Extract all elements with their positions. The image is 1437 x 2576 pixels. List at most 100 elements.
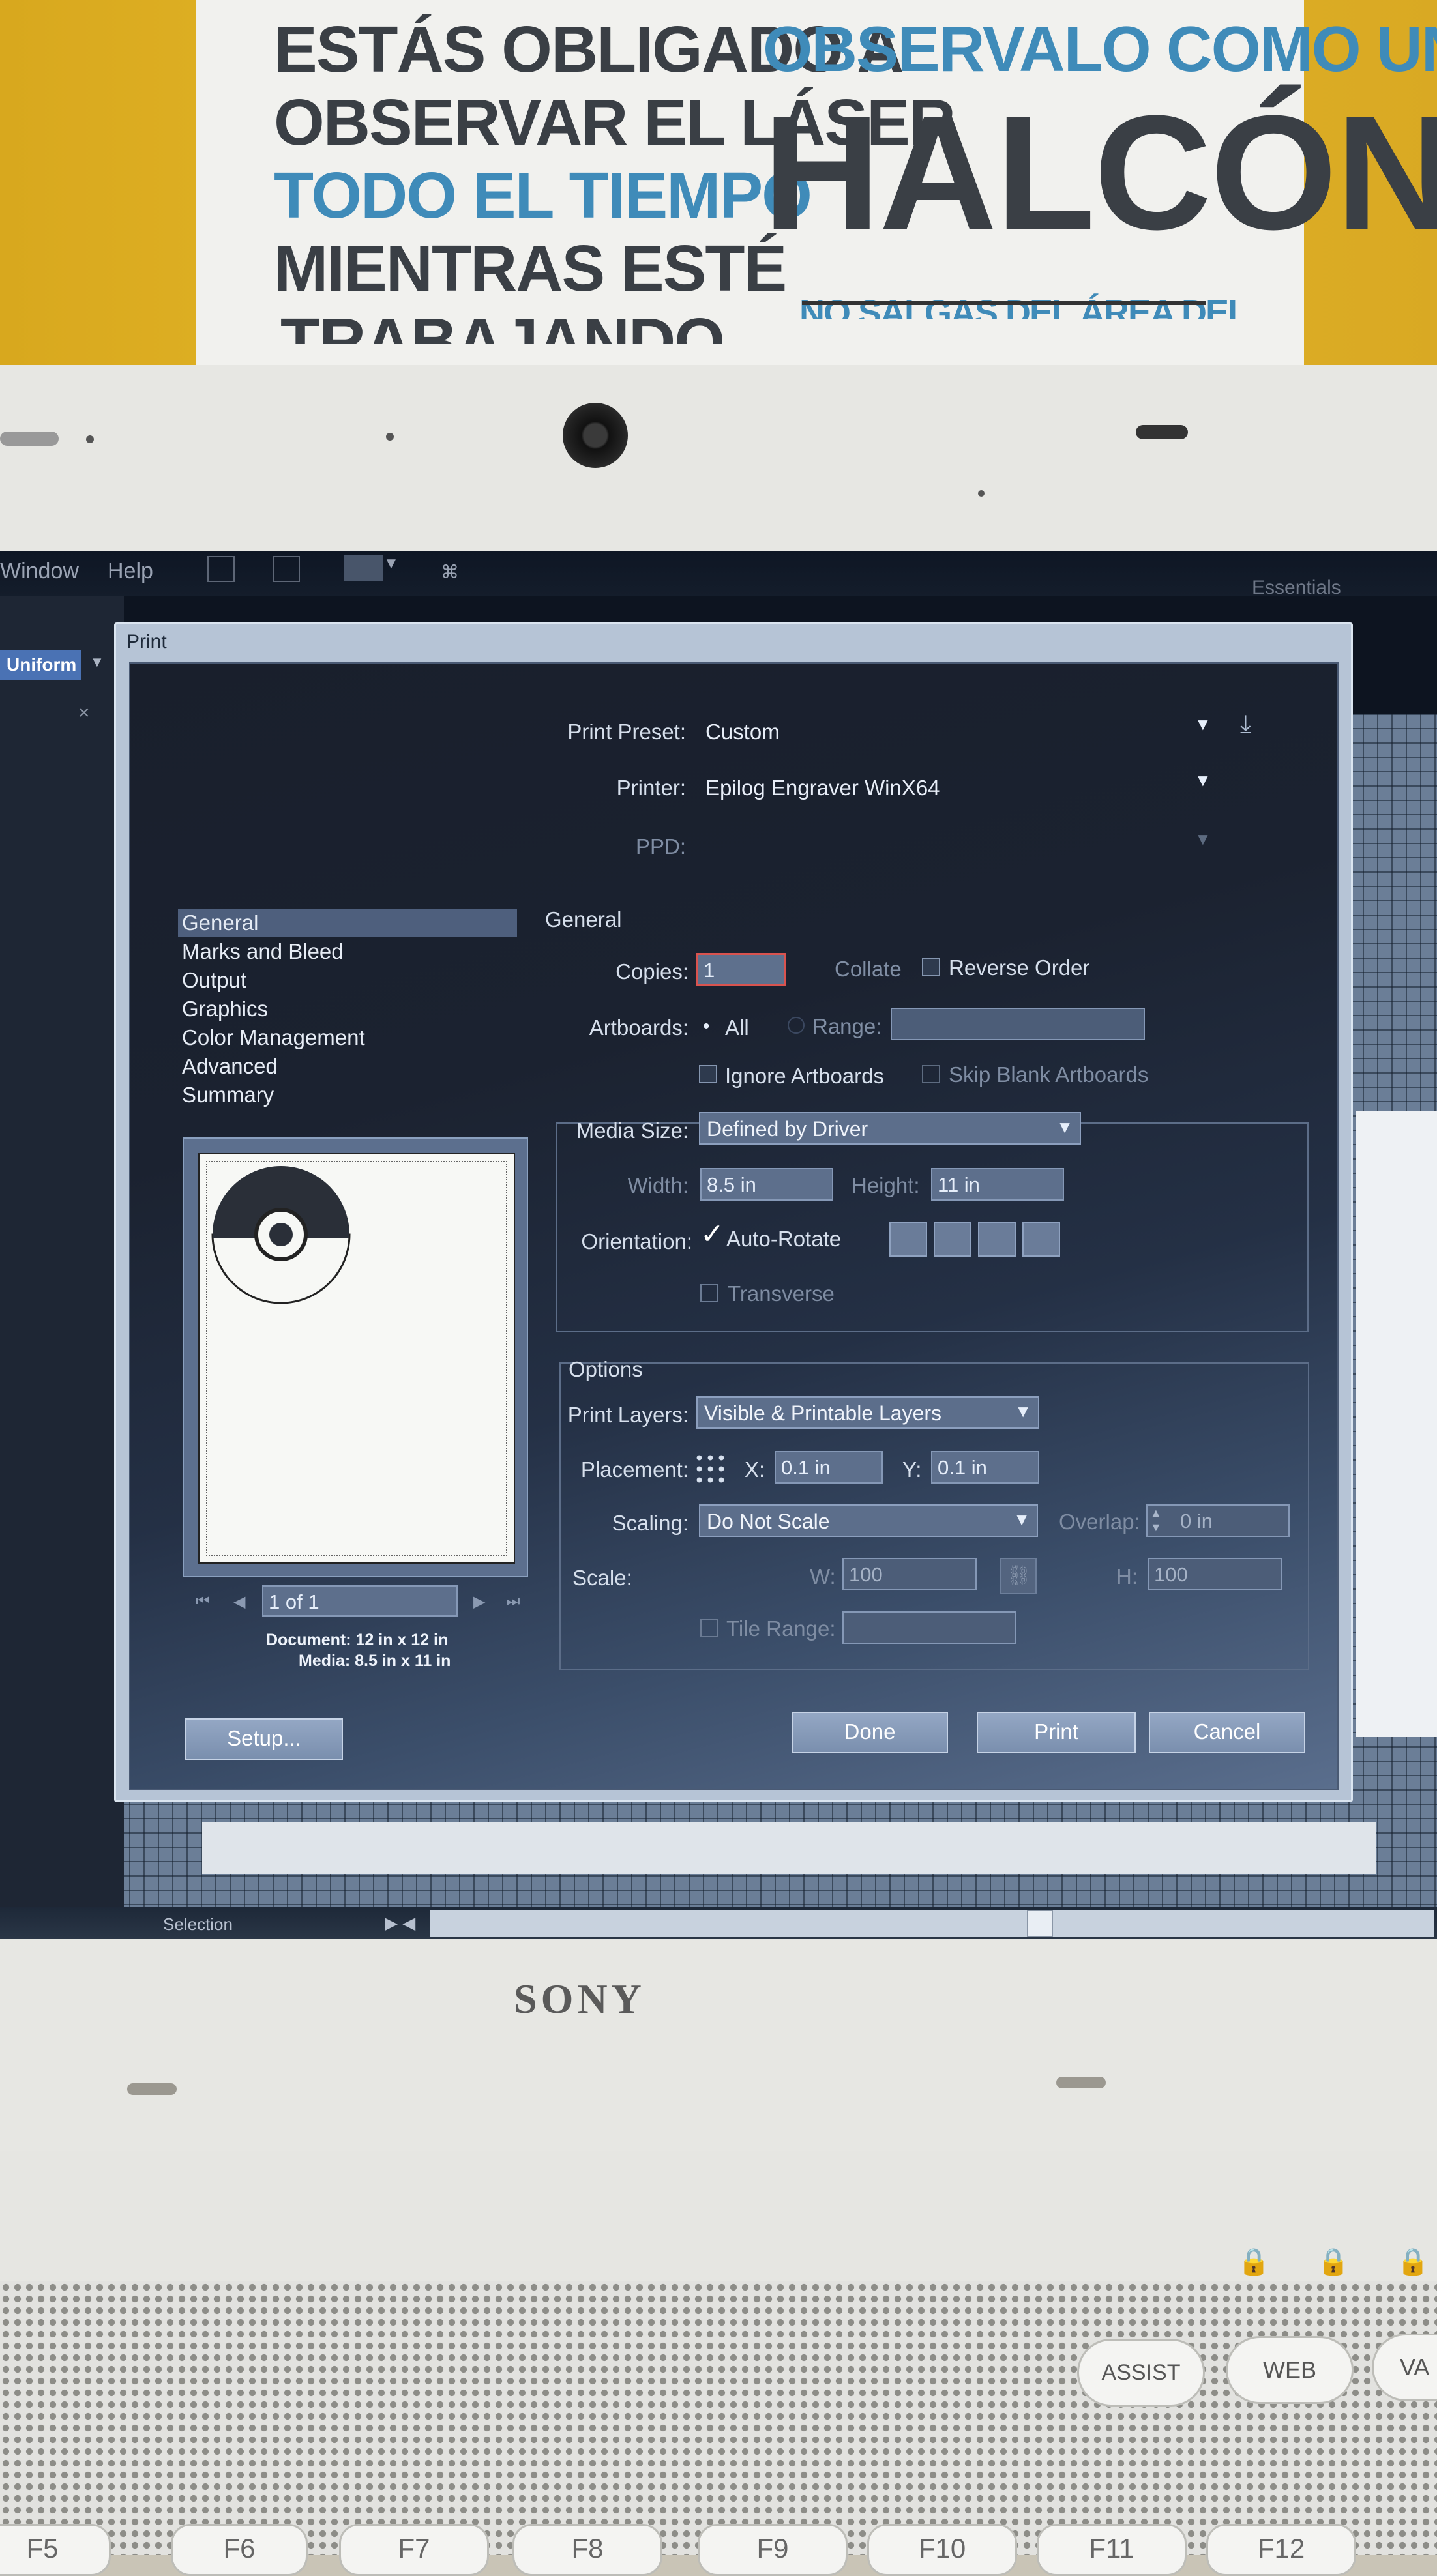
overlap-input[interactable]: 0 in (1146, 1504, 1290, 1537)
placement-x-label: X: (745, 1457, 765, 1482)
last-page-icon[interactable]: ⏭ (506, 1592, 520, 1611)
fkey-f12[interactable]: F12 (1206, 2524, 1356, 2576)
chevron-down-icon: ▼ (1013, 1510, 1030, 1529)
auto-rotate-label: Auto-Rotate (726, 1227, 842, 1251)
placement-y-label: Y: (902, 1457, 922, 1482)
menu-window[interactable]: Window (0, 559, 79, 584)
scroll-lock-icon: 🔒 (1397, 2247, 1429, 2276)
category-marks-and-bleed[interactable]: Marks and Bleed (178, 938, 517, 965)
sync-icon[interactable]: ⌘ (441, 561, 459, 583)
scale-label: Scale: (572, 1566, 632, 1590)
next-page-icon[interactable]: ▶ (473, 1592, 485, 1611)
print-preview-panel (183, 1137, 528, 1577)
copies-input[interactable]: 1 (696, 953, 786, 986)
print-layers-dropdown[interactable]: Visible & Printable Layers ▼ (696, 1396, 1039, 1429)
print-preset-select[interactable]: Custom (705, 720, 780, 744)
chevron-down-icon[interactable]: ▼ (1194, 770, 1211, 791)
brand-logo: SONY (514, 1976, 645, 2022)
screen-bottom-bezel (0, 1939, 1437, 2151)
placement-grid-icon[interactable] (694, 1452, 728, 1486)
media-size-dropdown[interactable]: Defined by Driver ▼ (699, 1112, 1081, 1145)
category-color-management[interactable]: Color Management (178, 1024, 517, 1051)
ppd-label: PPD: (635, 834, 686, 858)
fkey-f11[interactable]: F11 (1037, 2524, 1187, 2576)
safety-sign: ESTÁS OBLIGADO A OBSERVAR EL LÁSER TODO … (196, 0, 1437, 372)
fkey-f7[interactable]: F7 (339, 2524, 489, 2576)
reverse-order-checkbox[interactable] (922, 958, 940, 976)
status-arrow-icon[interactable]: ▶ ◀ (385, 1913, 415, 1933)
placement-y-input[interactable]: 0.1 in (931, 1451, 1039, 1484)
placement-x-input[interactable]: 0.1 in (775, 1451, 883, 1484)
bridge-icon[interactable] (207, 556, 235, 582)
cancel-button[interactable]: Cancel (1149, 1712, 1305, 1753)
width-input[interactable]: 8.5 in (700, 1168, 833, 1201)
first-page-icon[interactable]: ⏮ (196, 1592, 210, 1611)
horizontal-scrollbar[interactable] (430, 1910, 1434, 1937)
prev-page-icon[interactable]: ◀ (233, 1592, 245, 1611)
category-graphics[interactable]: Graphics (178, 995, 517, 1023)
orientation-portrait-flipped-icon[interactable] (978, 1222, 1016, 1257)
overlap-value: 0 in (1180, 1510, 1213, 1532)
scale-w-input[interactable]: 100 (842, 1558, 977, 1590)
orientation-landscape-flipped-icon[interactable] (1022, 1222, 1060, 1257)
ignore-artboards-checkbox[interactable] (699, 1065, 717, 1083)
constrain-link-icon[interactable]: ⛓ (1000, 1558, 1037, 1594)
dialog-title: Print (126, 631, 167, 652)
fkey-f10[interactable]: F10 (867, 2524, 1017, 2576)
chevron-down-icon: ▼ (1194, 829, 1211, 849)
artboards-range-radio[interactable] (788, 1017, 805, 1034)
document-size: Document: 12 in x 12 in (266, 1631, 449, 1649)
hinge-left (127, 2083, 177, 2095)
overlap-label: Overlap: (1059, 1510, 1140, 1534)
sign-right-line-1: OBSERVALO COMO UN (763, 13, 1437, 85)
close-icon[interactable]: × (78, 702, 90, 724)
menu-help[interactable]: Help (108, 559, 153, 584)
orientation-label: Orientation: (581, 1229, 692, 1253)
fkey-f9[interactable]: F9 (698, 2524, 848, 2576)
print-layers-label: Print Layers: (567, 1403, 689, 1427)
setup-button[interactable]: Setup... (185, 1718, 343, 1760)
printer-select[interactable]: Epilog Engraver WinX64 (705, 776, 940, 800)
save-preset-icon[interactable]: ⤓ (1240, 710, 1251, 739)
fkey-f6[interactable]: F6 (171, 2524, 308, 2576)
page-counter[interactable]: 1 of 1 (262, 1585, 458, 1617)
height-input[interactable]: 11 in (931, 1168, 1064, 1201)
left-control-strip (0, 596, 124, 1926)
printer-label: Printer: (616, 776, 686, 800)
orientation-portrait-icon[interactable] (889, 1222, 927, 1257)
orientation-landscape-icon[interactable] (934, 1222, 971, 1257)
sign-line-3: TODO EL TIEMPO (274, 159, 812, 232)
fkey-f8[interactable]: F8 (512, 2524, 662, 2576)
scaling-dropdown[interactable]: Do Not Scale ▼ (699, 1504, 1038, 1537)
copies-label: Copies: (615, 959, 689, 984)
category-advanced[interactable]: Advanced (178, 1053, 517, 1080)
auto-rotate-check-icon[interactable]: ✓ (700, 1218, 724, 1251)
chevron-down-icon[interactable]: ▼ (383, 555, 399, 573)
category-summary[interactable]: Summary (178, 1081, 517, 1109)
range-input[interactable] (891, 1008, 1145, 1040)
assist-button[interactable]: ASSIST (1077, 2339, 1205, 2407)
artboards-all-radio[interactable]: • (703, 1016, 710, 1038)
webcam-icon (563, 403, 628, 468)
category-output[interactable]: Output (178, 967, 517, 994)
arrange-docs-icon[interactable] (344, 555, 383, 581)
tile-range-input[interactable] (842, 1611, 1016, 1644)
scale-h-input[interactable]: 100 (1148, 1558, 1282, 1590)
vaio-button[interactable]: VA (1372, 2334, 1437, 2401)
chevron-down-icon[interactable]: ▼ (90, 654, 104, 671)
workspace-switcher[interactable]: Essentials (1252, 577, 1341, 599)
uniform-dropdown[interactable]: Uniform (0, 650, 81, 680)
preview-page[interactable] (198, 1153, 515, 1564)
chevron-down-icon: ▼ (1015, 1401, 1031, 1421)
print-button[interactable]: Print (977, 1712, 1136, 1753)
scrollbar-thumb[interactable] (1027, 1910, 1053, 1937)
wall-background: ESTÁS OBLIGADO A OBSERVAR EL LÁSER TODO … (0, 0, 1437, 391)
done-button[interactable]: Done (792, 1712, 948, 1753)
web-button[interactable]: WEB (1226, 2336, 1354, 2404)
category-general[interactable]: General (178, 909, 517, 937)
sign-right-line-2: HALCÓN (763, 81, 1437, 263)
overlap-stepper-icon[interactable]: ▲ ▼ (1150, 1506, 1162, 1534)
stock-icon[interactable] (273, 556, 300, 582)
fkey-f5[interactable]: F5 (0, 2524, 111, 2576)
chevron-down-icon[interactable]: ▼ (1194, 714, 1211, 735)
